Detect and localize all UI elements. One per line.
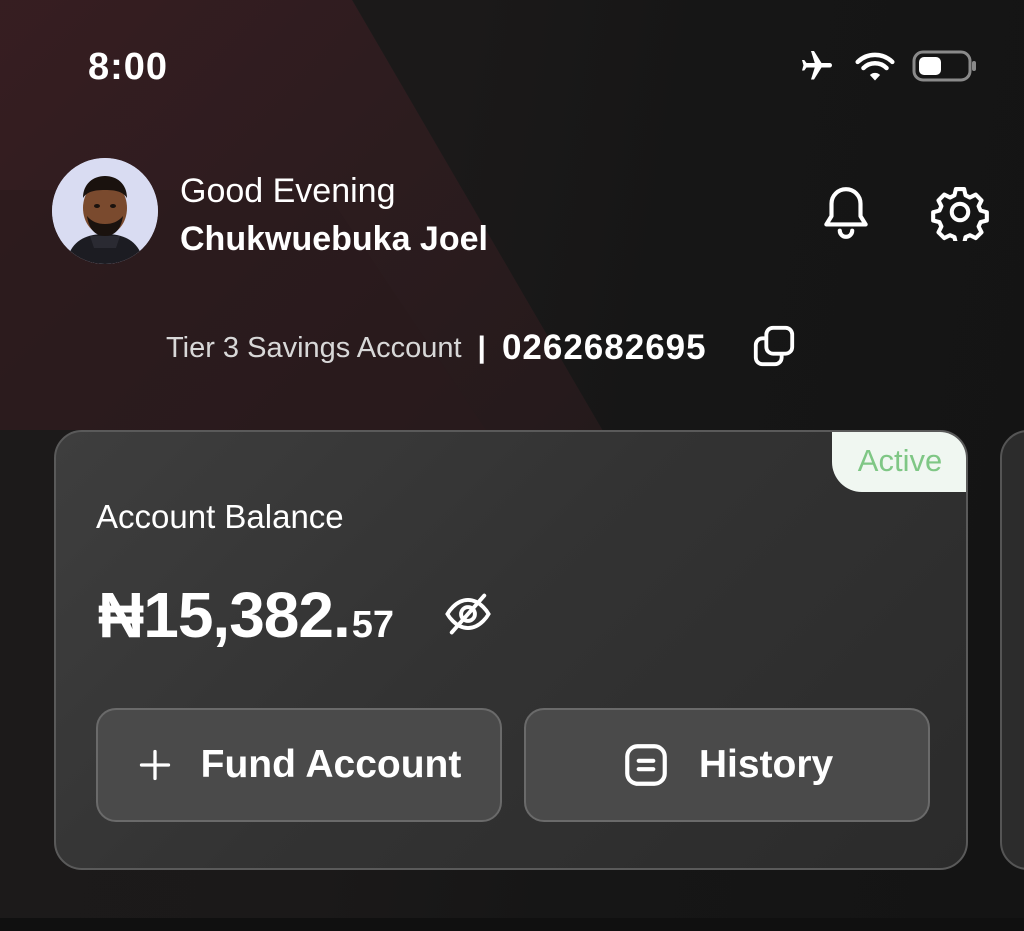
status-time: 8:00: [88, 46, 169, 88]
balance-card: Active Account Balance ₦15,382. 57 Fund …: [54, 430, 968, 870]
next-card-peek[interactable]: [1000, 430, 1024, 870]
copy-icon: [751, 323, 797, 374]
balance-decimal: 57: [351, 604, 395, 646]
settings-button[interactable]: [930, 183, 990, 246]
notifications-button[interactable]: [816, 184, 876, 244]
balance-label: Account Balance: [96, 498, 344, 535]
copy-button[interactable]: [751, 323, 797, 374]
balance-main: ₦15,382.: [98, 579, 351, 651]
history-button[interactable]: History: [524, 708, 930, 822]
plus-icon: [137, 747, 173, 783]
fund-account-button[interactable]: Fund Account: [96, 708, 502, 822]
eye-off-icon[interactable]: [442, 588, 494, 645]
status-bar: 8:00: [0, 40, 1024, 96]
fund-account-label: Fund Account: [200, 743, 462, 786]
user-name: Chukwuebuka Joel: [180, 220, 488, 258]
history-label: History: [698, 743, 834, 786]
airplane-icon: [796, 48, 838, 89]
account-tier: Tier 3 Savings Account: [166, 331, 462, 364]
account-info: Tier 3 Savings Account | 0262682695: [166, 325, 797, 368]
avatar[interactable]: [52, 158, 158, 264]
battery-icon: [912, 49, 978, 88]
wifi-icon: [854, 49, 896, 88]
history-icon: [621, 740, 671, 790]
account-number: 0262682695: [501, 328, 707, 367]
bottom-divider: [0, 918, 1024, 931]
balance-amount: ₦15,382. 57: [98, 578, 394, 652]
greeting-text: Good Evening: [180, 172, 396, 210]
separator: |: [477, 331, 486, 364]
bell-icon: [821, 183, 871, 246]
status-badge: Active: [832, 432, 966, 492]
gear-icon: [931, 183, 989, 246]
